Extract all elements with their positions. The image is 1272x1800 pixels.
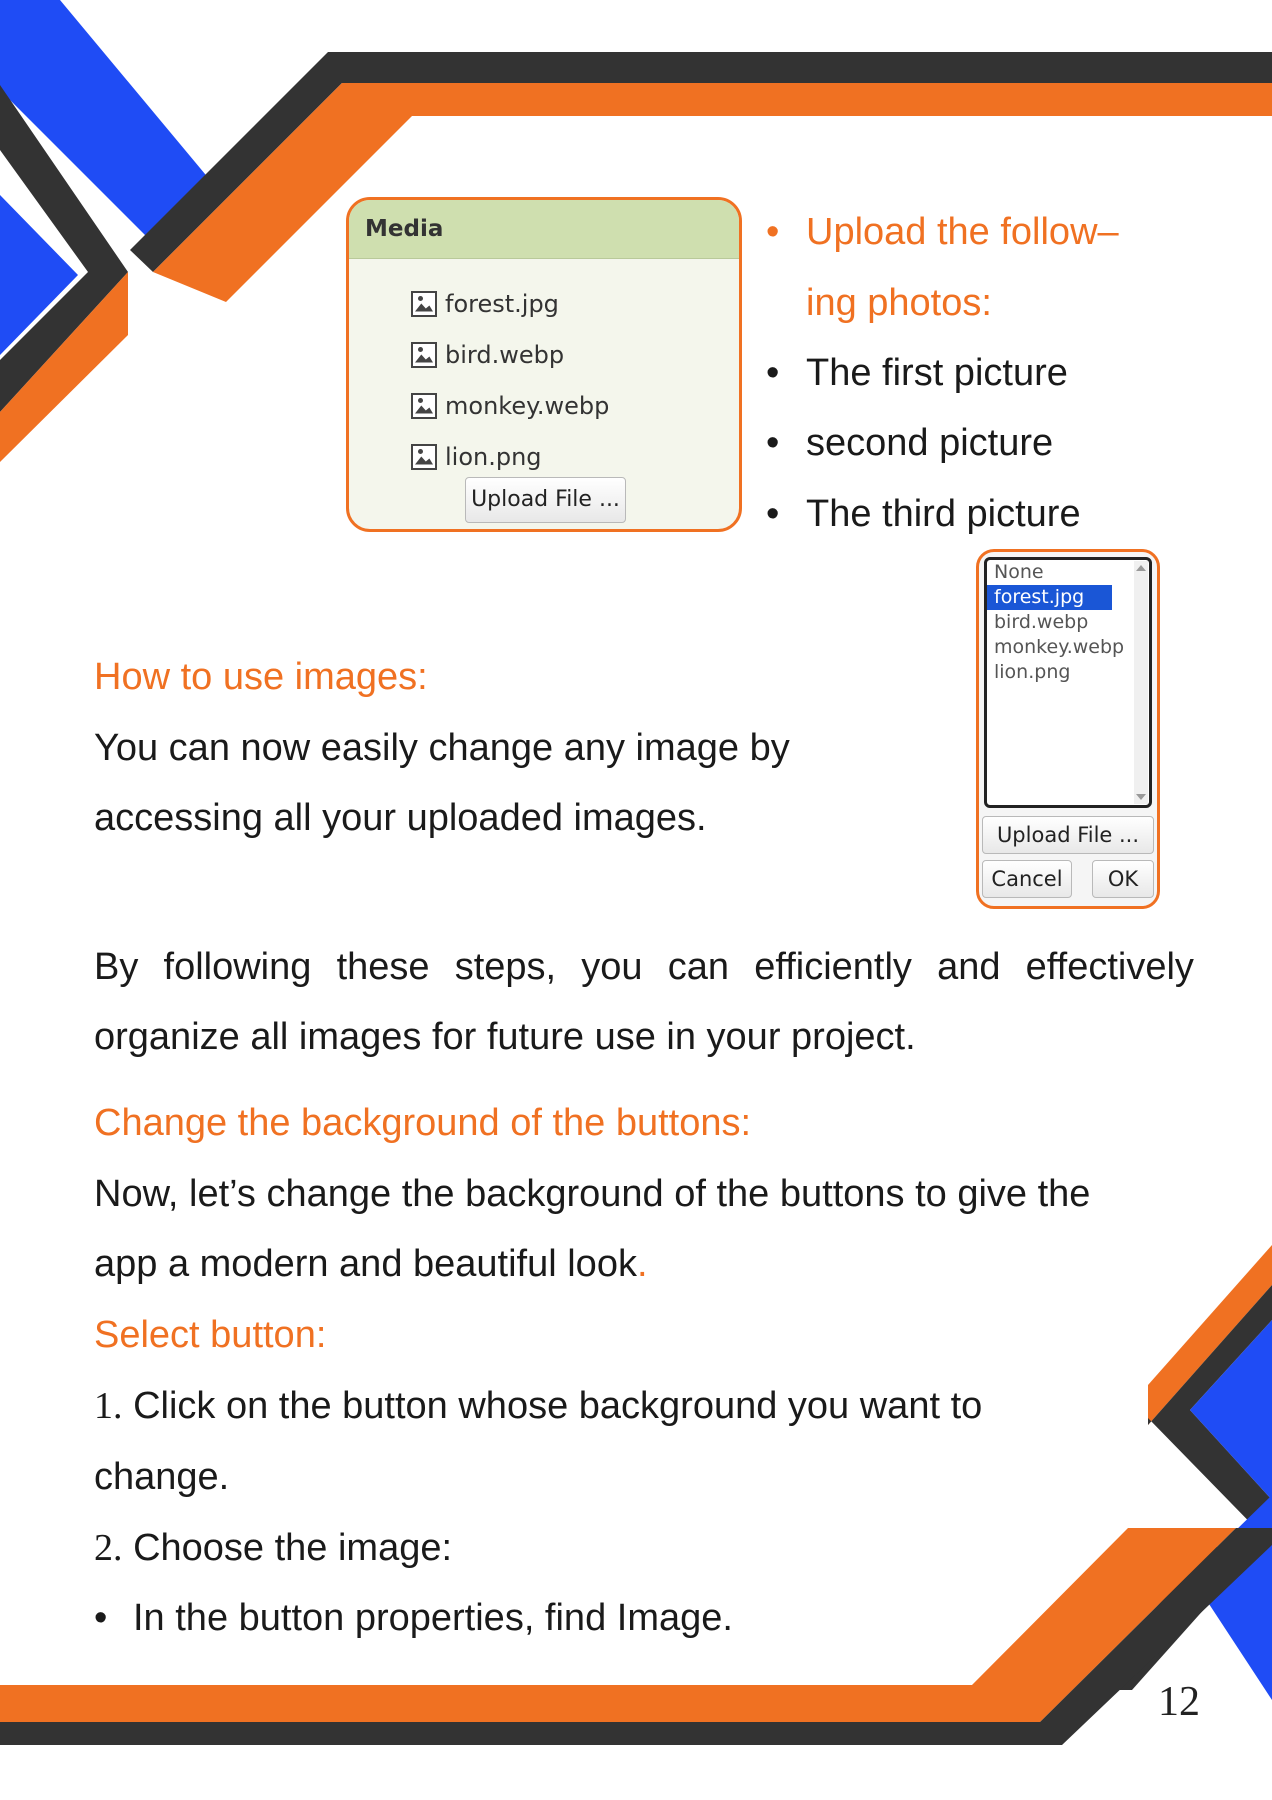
step2-text: Choose the image: xyxy=(133,1527,453,1569)
how-to-line1: You can now easily change any image by xyxy=(94,727,790,769)
steps-paragraph-line1: By following these steps, you can effici… xyxy=(94,945,1194,991)
step1-number: 1. xyxy=(94,1385,123,1427)
word: these xyxy=(336,946,430,988)
picker-option[interactable]: None xyxy=(987,560,1112,585)
media-file-name: monkey.webp xyxy=(445,391,610,420)
bullet-dot: • xyxy=(766,422,780,464)
image-file-icon xyxy=(411,290,437,317)
step1-line2: change. xyxy=(94,1456,230,1498)
bullet-dot: • xyxy=(766,493,780,535)
upload-heading-line2: ing photos: xyxy=(806,282,992,324)
bullet-dot: • xyxy=(94,1597,108,1639)
image-file-icon xyxy=(411,392,437,419)
image-picker-list[interactable]: None forest.jpg bird.webp monkey.webp li… xyxy=(984,557,1152,808)
upload-item: The first picture xyxy=(806,352,1068,394)
word: and xyxy=(937,946,1001,988)
steps-paragraph-line2: organize all images for future use in yo… xyxy=(94,1016,916,1058)
image-file-icon xyxy=(411,341,437,368)
picker-option[interactable]: monkey.webp xyxy=(987,635,1124,660)
step1-line1: 1. Click on the button whose background … xyxy=(94,1384,982,1430)
media-file-name: bird.webp xyxy=(445,340,565,369)
select-button-heading: Select button: xyxy=(94,1314,327,1356)
upload-item: second picture xyxy=(806,422,1054,464)
how-to-line2: accessing all your uploaded images. xyxy=(94,797,707,839)
word: efficiently xyxy=(754,946,912,988)
word: steps, xyxy=(454,946,557,988)
media-file-item[interactable]: monkey.webp xyxy=(411,380,609,431)
upload-heading-line1: Upload the follow– xyxy=(806,211,1119,253)
picker-option[interactable]: lion.png xyxy=(987,660,1112,685)
media-file-list: forest.jpg bird.webp monkey.webp lion.pn… xyxy=(411,278,609,482)
picker-upload-button[interactable]: Upload File ... xyxy=(982,816,1154,854)
change-bg-line1: Now, let’s change the background of the … xyxy=(94,1173,1091,1215)
media-panel-title: Media xyxy=(349,200,739,259)
media-file-item[interactable]: bird.webp xyxy=(411,329,609,380)
step2-number: 2. xyxy=(94,1527,123,1569)
scroll-down-arrow-icon[interactable] xyxy=(1136,794,1146,800)
cancel-button[interactable]: Cancel xyxy=(982,860,1072,898)
scrollbar[interactable] xyxy=(1134,561,1148,804)
step2-line: 2. Choose the image: xyxy=(94,1526,452,1572)
step1-text: Click on the button whose background you… xyxy=(133,1385,983,1427)
picker-option[interactable]: bird.webp xyxy=(987,610,1112,635)
change-bg-period: . xyxy=(636,1243,648,1285)
bullet-dot: • xyxy=(766,211,780,253)
picker-option-selected[interactable]: forest.jpg xyxy=(987,585,1112,610)
change-bg-line2: app a modern and beautiful look. xyxy=(94,1242,648,1288)
media-file-name: forest.jpg xyxy=(445,289,559,318)
media-file-item[interactable]: lion.png xyxy=(411,431,609,482)
word: you xyxy=(581,946,643,988)
page-number: 12 xyxy=(1158,1679,1200,1725)
image-picker-panel: None forest.jpg bird.webp monkey.webp li… xyxy=(976,549,1160,909)
scroll-up-arrow-icon[interactable] xyxy=(1136,565,1146,571)
how-to-heading: How to use images: xyxy=(94,656,428,698)
image-file-icon xyxy=(411,443,437,470)
word: By xyxy=(94,946,139,988)
media-upload-button[interactable]: Upload File ... xyxy=(465,477,626,523)
change-bg-line2-text: app a modern and beautiful look xyxy=(94,1243,637,1285)
word: effectively xyxy=(1025,946,1194,988)
bullet-dot: • xyxy=(766,352,780,394)
ok-button[interactable]: OK xyxy=(1092,860,1154,898)
change-bg-heading: Change the background of the buttons: xyxy=(94,1102,752,1144)
upload-item: The third picture xyxy=(806,493,1081,535)
word: following xyxy=(163,946,312,988)
media-file-name: lion.png xyxy=(445,442,542,471)
media-panel: Media forest.jpg bird.webp monkey.webp l… xyxy=(346,197,742,532)
word: can xyxy=(667,946,730,988)
button-properties-bullet: In the button properties, find Image. xyxy=(133,1597,733,1639)
media-file-item[interactable]: forest.jpg xyxy=(411,278,609,329)
